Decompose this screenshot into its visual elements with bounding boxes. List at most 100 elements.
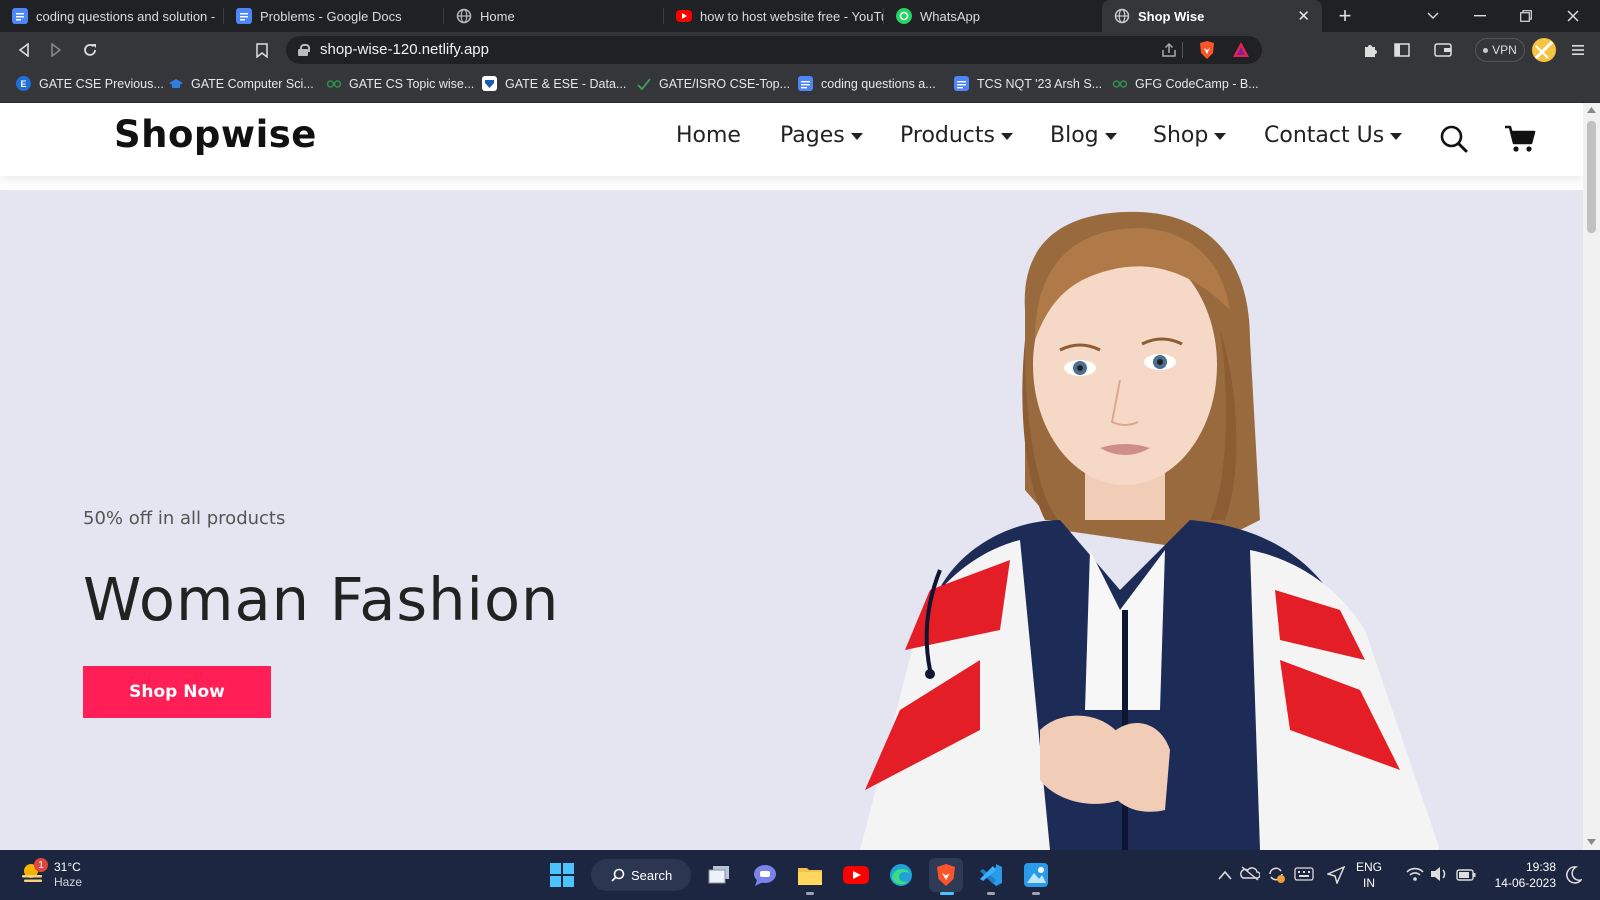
- restore-icon[interactable]: [1503, 0, 1549, 32]
- nav-home[interactable]: Home: [676, 123, 741, 148]
- brave-shields-icon[interactable]: [1198, 40, 1216, 65]
- bookmark-item[interactable]: TCS NQT '23 Arsh S...: [954, 76, 1102, 91]
- clock[interactable]: 19:38 14-06-2023: [1490, 859, 1556, 891]
- vpn-button[interactable]: VPN: [1475, 38, 1525, 62]
- bookmark-item[interactable]: GATE CS Topic wise...: [326, 76, 474, 91]
- windows-start-icon[interactable]: [545, 858, 579, 892]
- scroll-thumb[interactable]: [1587, 121, 1596, 233]
- nav-label: Contact Us: [1264, 123, 1385, 148]
- bookmark-item[interactable]: GATE Computer Sci...: [168, 76, 314, 91]
- keyboard-icon[interactable]: [1294, 867, 1314, 886]
- extensions-puzzle-icon[interactable]: [1358, 38, 1382, 62]
- back-icon[interactable]: [12, 38, 36, 62]
- youtube-icon: [676, 10, 692, 22]
- tab-home[interactable]: Home: [444, 0, 664, 32]
- clock-time: 19:38: [1525, 860, 1556, 874]
- forward-icon[interactable]: [44, 38, 68, 62]
- close-window-icon[interactable]: [1550, 0, 1596, 32]
- wallet-icon[interactable]: [1431, 38, 1455, 62]
- minimize-icon[interactable]: [1457, 0, 1503, 32]
- lock-icon: [298, 44, 310, 56]
- share-icon[interactable]: [1160, 41, 1178, 64]
- shield-icon: [482, 76, 497, 91]
- tab-title: WhatsApp: [920, 8, 980, 24]
- tray-overflow-chevron-icon[interactable]: [1218, 867, 1232, 885]
- nav-shop[interactable]: Shop: [1153, 123, 1227, 148]
- site-logo[interactable]: Shopwise: [114, 113, 317, 156]
- gfg-icon: [326, 76, 341, 91]
- cart-icon[interactable]: [1504, 124, 1536, 159]
- edge-icon[interactable]: [884, 858, 918, 892]
- weather-widget[interactable]: 1: [20, 858, 48, 891]
- nav-blog[interactable]: Blog: [1050, 123, 1117, 148]
- gate-e-icon: E: [16, 76, 31, 91]
- search-icon[interactable]: [1439, 124, 1469, 159]
- scroll-up-arrow-icon[interactable]: [1587, 107, 1596, 113]
- file-explorer-icon[interactable]: [793, 858, 827, 895]
- weather-badge: 1: [34, 858, 48, 872]
- address-bar[interactable]: shop-wise-120.netlify.app: [286, 36, 1262, 64]
- volume-icon[interactable]: [1430, 866, 1448, 887]
- bookmark-item[interactable]: GFG CodeCamp - B...: [1112, 76, 1259, 91]
- brave-rewards-icon[interactable]: [1232, 41, 1250, 64]
- bookmark-item[interactable]: E GATE CSE Previous...: [16, 76, 164, 91]
- photos-app-icon[interactable]: [1019, 858, 1053, 895]
- bookmark-item[interactable]: GATE/ISRO CSE-Top...: [636, 76, 790, 91]
- tab-youtube[interactable]: how to host website free - YouTu: [664, 0, 884, 32]
- reload-icon[interactable]: [78, 38, 102, 62]
- search-icon: [611, 868, 625, 882]
- shop-now-button[interactable]: Shop Now: [83, 666, 271, 718]
- caret-down-icon: [1390, 133, 1403, 140]
- task-view-icon[interactable]: [702, 858, 736, 892]
- vpn-status-dot-icon: [1483, 47, 1489, 53]
- caret-down-icon: [1214, 133, 1227, 140]
- tab-title: how to host website free - YouTu: [700, 8, 884, 24]
- tab-problems-google-docs[interactable]: Problems - Google Docs: [224, 0, 444, 32]
- teams-chat-icon[interactable]: [748, 858, 782, 892]
- nav-label: Home: [676, 123, 741, 148]
- language-region: IN: [1363, 876, 1375, 890]
- menu-hamburger-icon[interactable]: [1566, 38, 1590, 62]
- weather-text[interactable]: 31°C Haze: [54, 860, 82, 890]
- taskbar-search-box[interactable]: Search: [591, 859, 691, 891]
- notification-moon-icon[interactable]: [1566, 866, 1584, 889]
- weather-temp: 31°C: [54, 860, 81, 874]
- profile-avatar[interactable]: [1532, 38, 1556, 62]
- graduation-cap-icon: [168, 76, 183, 91]
- new-tab-button[interactable]: +: [1322, 0, 1368, 32]
- tab-shop-wise[interactable]: Shop Wise ✕: [1102, 0, 1322, 32]
- language-code: ENG: [1356, 860, 1383, 874]
- tab-title: coding questions and solution -: [36, 8, 216, 24]
- sync-icon[interactable]: [1266, 865, 1286, 888]
- vscode-icon[interactable]: [974, 858, 1008, 895]
- youtube-app-icon[interactable]: [839, 858, 873, 892]
- wifi-icon[interactable]: [1406, 866, 1424, 887]
- tab-coding-questions[interactable]: coding questions and solution -: [0, 0, 224, 32]
- nav-contact-us[interactable]: Contact Us: [1264, 123, 1403, 148]
- close-tab-icon[interactable]: ✕: [1297, 7, 1310, 25]
- windows-taskbar: 1 31°C Haze Search ENG IN 19:38 14-06-20…: [0, 850, 1600, 900]
- bookmark-label: GATE Computer Sci...: [191, 76, 314, 91]
- page-scrollbar[interactable]: [1583, 103, 1600, 850]
- tab-title: Home: [480, 8, 515, 24]
- hero-subtitle: 50% off in all products: [83, 508, 286, 529]
- scroll-down-arrow-icon[interactable]: [1587, 839, 1596, 845]
- header-spacer: [0, 176, 1583, 190]
- tab-title: Problems - Google Docs: [260, 8, 402, 24]
- bookmark-item[interactable]: coding questions a...: [798, 76, 936, 91]
- sidebar-icon[interactable]: [1390, 38, 1414, 62]
- brave-browser-icon[interactable]: [929, 858, 963, 895]
- tab-whatsapp[interactable]: WhatsApp: [884, 0, 1102, 32]
- bookmark-icon[interactable]: [250, 38, 274, 62]
- onedrive-offline-icon[interactable]: [1240, 865, 1261, 886]
- nav-pages[interactable]: Pages: [780, 123, 863, 148]
- url-text[interactable]: shop-wise-120.netlify.app: [320, 41, 489, 58]
- bookmark-label: GFG CodeCamp - B...: [1135, 76, 1259, 91]
- location-arrow-icon[interactable]: [1325, 865, 1346, 889]
- bookmark-label: coding questions a...: [821, 76, 936, 91]
- battery-icon[interactable]: [1456, 868, 1476, 886]
- bookmark-item[interactable]: GATE & ESE - Data...: [482, 76, 626, 91]
- language-indicator[interactable]: ENG IN: [1356, 859, 1382, 891]
- tab-search-chevron-icon[interactable]: [1410, 0, 1456, 32]
- nav-products[interactable]: Products: [900, 123, 1013, 148]
